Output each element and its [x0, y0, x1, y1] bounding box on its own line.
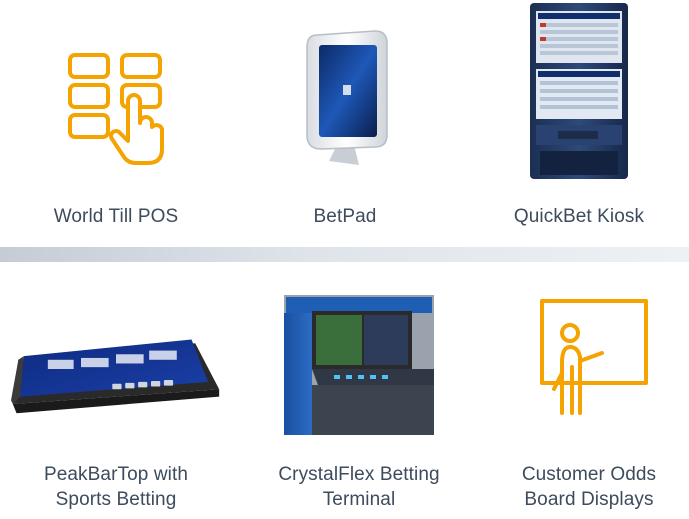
presenter-board-icon: [484, 296, 689, 416]
caption-customer-odds-board: Customer Odds Board Displays: [521, 464, 657, 510]
caption-crystalflex: CrystalFlex Betting Terminal: [278, 464, 440, 510]
caption-peakbartop: PeakBarTop with Sports Betting: [43, 464, 189, 510]
caption-quickbet-kiosk: QuickBet Kiosk: [513, 206, 645, 227]
touch-grid-icon: [11, 48, 221, 168]
caption-betpad: BetPad: [313, 206, 377, 227]
section-divider: [0, 247, 689, 262]
bartop-terminal-image: [11, 318, 221, 420]
caption-world-till-pos: World Till POS: [53, 206, 179, 227]
kiosk-image: [474, 2, 684, 180]
tablet-stand-image: [240, 24, 450, 174]
betting-terminal-image: [254, 294, 464, 436]
